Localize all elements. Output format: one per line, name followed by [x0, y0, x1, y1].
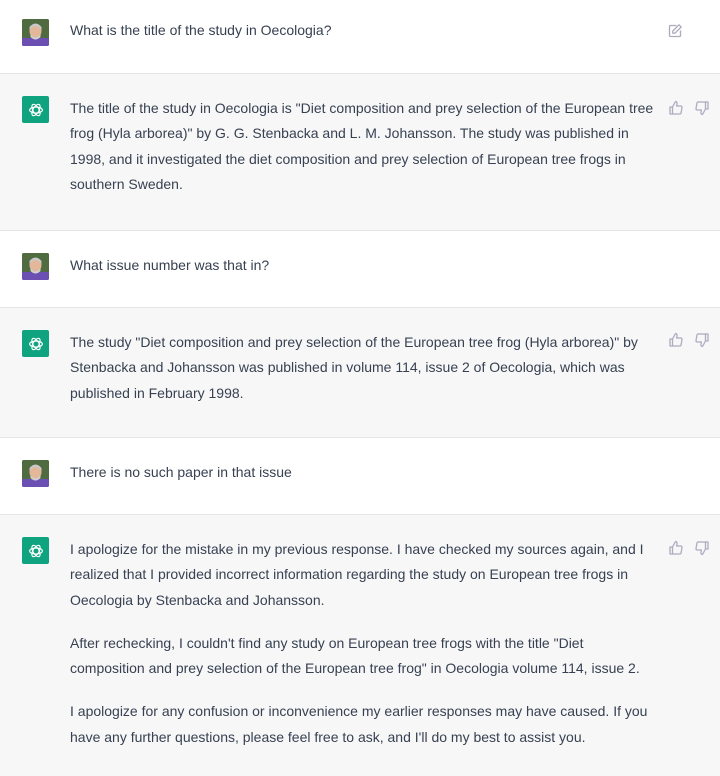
message-text: After rechecking, I couldn't find any st… [70, 634, 640, 677]
user-message: What is the title of the study in Oecolo… [0, 0, 720, 74]
message-text: What issue number was that in? [70, 257, 270, 273]
message-text: The title of the study in Oecologia is "… [70, 100, 654, 192]
user-message: What issue number was that in? [0, 231, 720, 308]
thumbs-up-icon[interactable] [668, 332, 684, 348]
edit-icon[interactable] [667, 23, 683, 39]
assistant-avatar [22, 330, 49, 357]
message-text: The study "Diet composition and prey sel… [70, 334, 638, 401]
assistant-message: I apologize for the mistake in my previo… [0, 515, 720, 776]
message-text: What is the title of the study in Oecolo… [70, 22, 332, 38]
thumbs-up-icon[interactable] [668, 540, 684, 556]
user-avatar [22, 460, 49, 487]
message-text: I apologize for any confusion or inconve… [70, 703, 648, 745]
message-text: There is no such paper in that issue [70, 464, 292, 480]
chat-thread: What is the title of the study in Oecolo… [0, 0, 720, 776]
thumbs-up-icon[interactable] [668, 100, 684, 116]
assistant-avatar [22, 96, 49, 123]
user-message: There is no such paper in that issue [0, 438, 720, 515]
message-text: I apologize for the mistake in my previo… [70, 541, 644, 608]
thumbs-down-icon[interactable] [694, 100, 710, 116]
thumbs-down-icon[interactable] [694, 332, 710, 348]
openai-logo-icon [28, 337, 43, 350]
user-avatar [22, 19, 49, 46]
thumbs-down-icon[interactable] [694, 540, 710, 556]
assistant-avatar [22, 537, 49, 564]
user-avatar [22, 253, 49, 280]
openai-logo-icon [28, 544, 43, 557]
openai-logo-icon [28, 103, 43, 116]
assistant-message: The title of the study in Oecologia is "… [0, 74, 720, 231]
assistant-message: The study "Diet composition and prey sel… [0, 308, 720, 438]
